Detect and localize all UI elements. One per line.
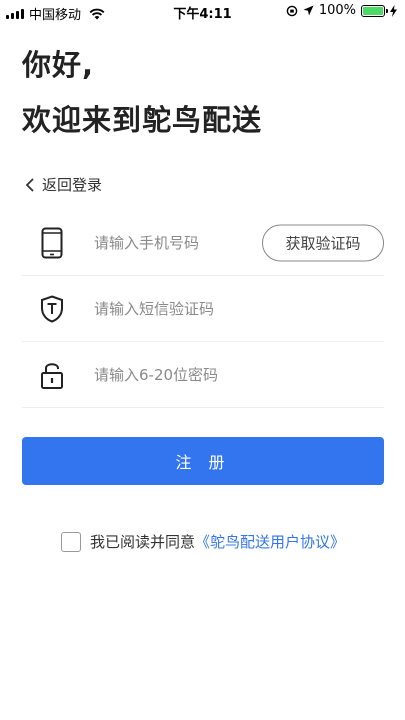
shield-icon [38, 294, 66, 324]
status-bar: 中国移动 下午4:11 100% [0, 0, 405, 24]
battery-icon [361, 4, 388, 17]
battery-fill [363, 6, 383, 15]
register-button[interactable]: 注 册 [22, 437, 384, 485]
lock-icon [38, 360, 66, 390]
agreement: 我已阅读并同意 《鸵鸟配送用户协议》 [61, 531, 345, 552]
agreement-checkbox[interactable] [61, 531, 81, 552]
user-agreement-link[interactable]: 《鸵鸟配送用户协议》 [195, 531, 345, 552]
location-arrow-icon [303, 5, 314, 16]
password-input[interactable] [94, 359, 264, 390]
sms-code-row [22, 276, 384, 342]
back-link-label: 返回登录 [42, 176, 103, 194]
get-code-button[interactable]: 获取验证码 [262, 224, 384, 261]
register-screen: 中国移动 下午4:11 100% 你好, 欢迎来到鸵鸟配送 返回登录 请输入手机… [0, 0, 405, 720]
phone-input[interactable] [94, 227, 264, 258]
back-to-login-link[interactable]: 返回登录 [24, 174, 102, 195]
greeting-title: 你好, [22, 48, 95, 82]
orientation-lock-icon [286, 5, 298, 16]
phone-row: 获取验证码 [22, 210, 384, 276]
password-row [22, 342, 384, 408]
charging-bolt-icon [390, 4, 397, 17]
sms-code-input[interactable] [94, 293, 264, 324]
status-right: 100% [286, 3, 397, 18]
welcome-title: 欢迎来到鸵鸟配送 [22, 103, 263, 137]
battery-percent: 100% [318, 3, 356, 18]
phone-icon [38, 227, 66, 258]
chevron-left-icon [25, 178, 34, 191]
agreement-text: 我已阅读并同意 [90, 533, 196, 551]
